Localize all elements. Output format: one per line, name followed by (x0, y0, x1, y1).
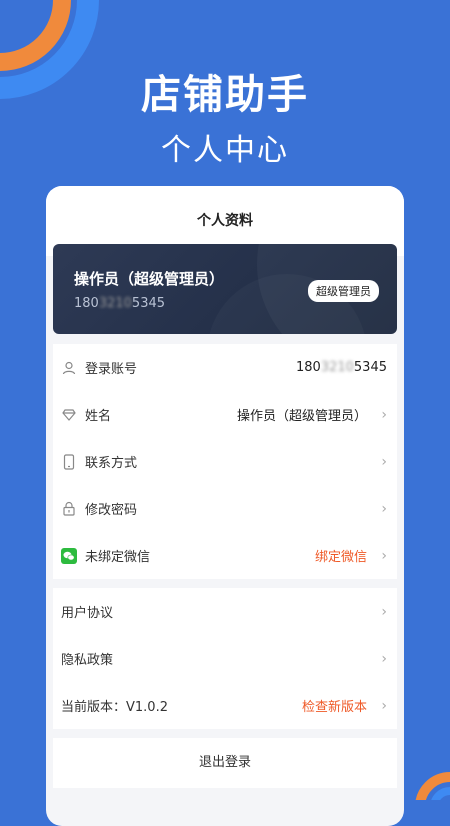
row-privacy-policy[interactable]: 隐私政策 › (53, 635, 397, 682)
hero-subtitle: 个人中心 (161, 133, 289, 168)
bind-wechat-link[interactable]: 绑定微信 (315, 546, 367, 565)
check-update-link[interactable]: 检查新版本 (302, 696, 367, 715)
profile-card: 操作员（超级管理员） 18032105345 超级管理员 (53, 244, 397, 334)
logout-button[interactable]: 退出登录 (53, 738, 397, 788)
row-label: 未绑定微信 (85, 550, 151, 565)
row-label: 姓名 (85, 409, 112, 424)
row-contact[interactable]: 联系方式 › (53, 438, 397, 485)
row-name[interactable]: 姓名 操作员（超级管理员） › (53, 391, 397, 438)
row-user-agreement[interactable]: 用户协议 › (53, 588, 397, 635)
role-badge: 超级管理员 (308, 280, 379, 302)
chevron-right-icon: › (381, 406, 387, 423)
diamond-icon (61, 407, 77, 423)
chevron-right-icon: › (381, 453, 387, 470)
row-login-account: 登录账号 18032105345 (53, 344, 397, 391)
row-label: 登录账号 (85, 362, 138, 377)
row-label: 隐私政策 (61, 653, 114, 668)
profile-phone: 18032105345 (74, 296, 166, 311)
chevron-right-icon: › (381, 547, 387, 564)
row-label: 联系方式 (85, 456, 138, 471)
row-wechat[interactable]: 未绑定微信 绑定微信 › (53, 532, 397, 579)
chevron-right-icon: › (381, 697, 387, 714)
settings-list: 用户协议 › 隐私政策 › 当前版本：V1.0.2 检查新版本 › (53, 588, 397, 729)
chevron-right-icon: › (381, 500, 387, 517)
phone-icon (61, 453, 77, 470)
login-account-value: 18032105345 (295, 360, 387, 375)
chevron-right-icon: › (381, 650, 387, 667)
wechat-icon (61, 547, 77, 564)
profile-name: 操作员（超级管理员） (74, 270, 225, 288)
lock-icon (61, 501, 77, 517)
chevron-right-icon: › (381, 603, 387, 620)
info-list: 登录账号 18032105345 姓名 操作员（超级管理员） › 联系方式 › … (53, 344, 397, 579)
row-version[interactable]: 当前版本：V1.0.2 检查新版本 › (53, 682, 397, 729)
version-label: 当前版本：V1.0.2 (61, 700, 168, 715)
phone-screen: 个人资料 操作员（超级管理员） 18032105345 超级管理员 登录账号 1… (46, 186, 404, 826)
row-change-password[interactable]: 修改密码 › (53, 485, 397, 532)
row-label: 用户协议 (61, 606, 114, 621)
name-value: 操作员（超级管理员） (236, 409, 367, 424)
decorative-arc-bottom-right (415, 772, 450, 800)
hero-title: 店铺助手 (141, 72, 309, 118)
row-label: 修改密码 (85, 503, 138, 518)
user-icon (61, 360, 77, 376)
